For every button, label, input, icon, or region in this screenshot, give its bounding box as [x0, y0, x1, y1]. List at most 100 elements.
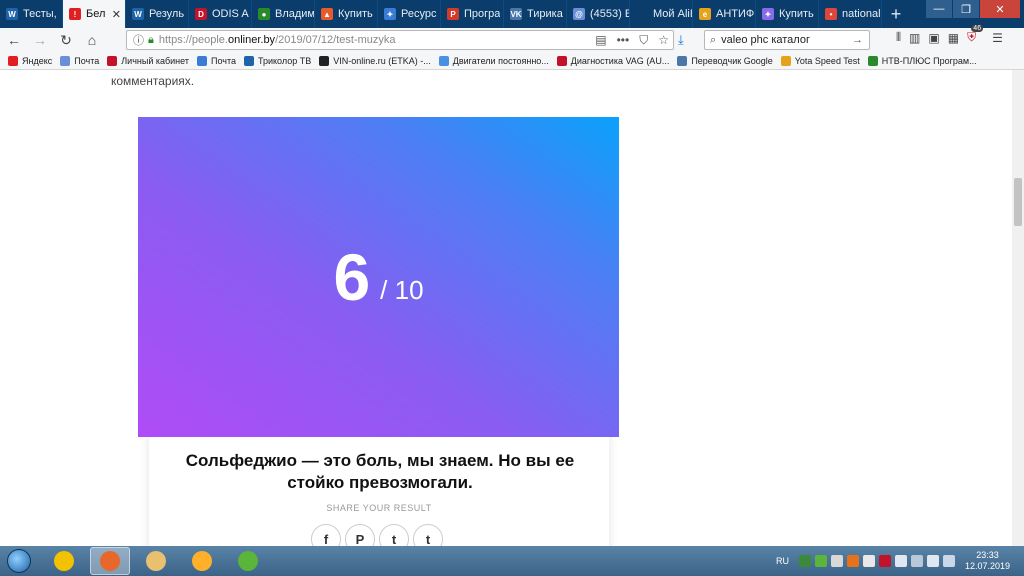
window-controls: — ❐ ✕	[926, 0, 1020, 18]
system-tray: RU 23:33 12.07.2019	[776, 546, 1024, 576]
bookmark-label: Двигатели постоянно...	[452, 55, 549, 66]
reader-view-icon[interactable]: ▤	[595, 33, 606, 48]
taskbar-icq[interactable]	[228, 547, 268, 575]
bookmark-item[interactable]: Почта	[60, 55, 100, 66]
tab-13[interactable]: • national	[819, 0, 882, 28]
tray-ati-icon[interactable]	[878, 555, 891, 567]
tab-favicon-icon: ✦	[384, 8, 396, 20]
bookmark-item[interactable]: Личный кабинет	[107, 55, 189, 66]
taskbar-media-player[interactable]	[182, 547, 222, 575]
bookmark-star-icon[interactable]: ☆	[658, 33, 669, 48]
back-button[interactable]: ←	[2, 29, 26, 51]
facebook-share-button[interactable]: f	[311, 524, 341, 546]
tab-8[interactable]: VK Тирика	[504, 0, 567, 28]
tab-10[interactable]: Мой AliExpr	[630, 0, 693, 28]
media-player-icon	[192, 551, 212, 571]
library-icon[interactable]: ⫴	[896, 30, 901, 45]
tray-network-icon[interactable]	[798, 555, 811, 567]
tab-7[interactable]: P Програ	[441, 0, 504, 28]
address-bar[interactable]: ⓘ 🔒︎ https://people.onliner.by/2019/07/1…	[126, 30, 674, 50]
tray-warning-icon[interactable]	[846, 555, 859, 567]
forward-button[interactable]: →	[28, 29, 52, 51]
tray-antivirus-icon[interactable]	[814, 555, 827, 567]
tab-label: Тирика	[527, 8, 563, 20]
bookmark-item[interactable]: НТВ-ПЛЮС Програм...	[867, 55, 977, 66]
tab-12[interactable]: ✦ Купить	[756, 0, 819, 28]
tab-label: Купить	[338, 8, 373, 20]
tab-2[interactable]: W Резуль	[126, 0, 189, 28]
language-indicator[interactable]: RU	[776, 556, 789, 566]
minimize-button[interactable]: —	[926, 0, 952, 18]
tab-label: Владим	[275, 8, 314, 20]
bookmark-item[interactable]: VIN-online.ru (ETKA) -...	[319, 55, 431, 66]
start-button[interactable]	[0, 546, 38, 576]
tab-9[interactable]: @ (4553) E	[567, 0, 630, 28]
bookmark-label: Почта	[210, 55, 236, 66]
tray-flag-icon[interactable]	[942, 555, 955, 567]
tab-favicon-icon	[636, 8, 648, 20]
clock[interactable]: 23:33 12.07.2019	[965, 550, 1010, 572]
lock-icon: 🔒︎	[148, 33, 154, 46]
clock-time: 23:33	[976, 550, 999, 560]
bookmark-favicon-icon	[107, 55, 118, 66]
close-window-button[interactable]: ✕	[980, 0, 1020, 18]
bookmark-label: Диагностика VAG (AU...	[570, 55, 670, 66]
search-go-icon[interactable]: →	[852, 34, 863, 46]
search-input[interactable]: valeo phc каталог	[721, 34, 810, 46]
info-icon[interactable]: ⓘ	[133, 32, 144, 48]
tab-1[interactable]: ! Бел ✕	[63, 0, 126, 28]
tab-6[interactable]: ✦ Ресурс	[378, 0, 441, 28]
taskbar-explorer[interactable]	[136, 547, 176, 575]
reload-icon: ↻	[60, 31, 72, 48]
tab-0[interactable]: W Тесты,	[0, 0, 63, 28]
icq-icon	[238, 551, 258, 571]
tab-11[interactable]: e АНТИФ	[693, 0, 756, 28]
intro-text: комментариях.	[111, 74, 195, 88]
home-button[interactable]: ⌂	[80, 29, 104, 51]
bookmark-item[interactable]: Почта	[196, 55, 236, 66]
tumblr-share-button[interactable]: t	[413, 524, 443, 546]
pinterest-share-button[interactable]: P	[345, 524, 375, 546]
bookmark-item[interactable]: Двигатели постоянно...	[438, 55, 549, 66]
tray-app-icon[interactable]	[830, 555, 843, 567]
tab-4[interactable]: ● Владим	[252, 0, 315, 28]
twitter-icon: t	[391, 531, 397, 547]
taskbar-chrome[interactable]	[44, 547, 84, 575]
taskbar-apps	[38, 547, 268, 575]
pocket-icon[interactable]: ⛉	[639, 33, 648, 48]
twitter-share-button[interactable]: t	[379, 524, 409, 546]
tray-sound-icon[interactable]	[926, 555, 939, 567]
bookmark-favicon-icon	[196, 55, 207, 66]
page-actions-icon[interactable]: •••	[617, 33, 630, 48]
scrollbar-thumb[interactable]	[1014, 178, 1022, 226]
menu-icon[interactable]: ☰	[992, 31, 1003, 45]
tab-5[interactable]: ▲ Купить	[315, 0, 378, 28]
bookmark-item[interactable]: Yota Speed Test	[780, 55, 860, 66]
tab-3[interactable]: D ODIS A	[189, 0, 252, 28]
bookmark-favicon-icon	[677, 55, 688, 66]
tray-volume-icon[interactable]	[894, 555, 907, 567]
addon-badge-icon[interactable]: ⛨ 46	[967, 25, 984, 45]
tab-favicon-icon: e	[699, 8, 711, 20]
tray-monitor-icon[interactable]	[862, 555, 875, 567]
tab-close-icon[interactable]: ✕	[112, 8, 121, 21]
extension-icon[interactable]: ▦	[948, 31, 959, 45]
reload-button[interactable]: ↻	[54, 29, 78, 51]
page-scrollbar[interactable]	[1012, 70, 1024, 546]
bookmark-label: Почта	[74, 55, 100, 66]
tray-power-icon[interactable]	[910, 555, 923, 567]
new-tab-button[interactable]: +	[882, 0, 910, 28]
download-icon[interactable]: ⤓	[678, 32, 684, 48]
score-hero: 6 / 10	[138, 117, 619, 437]
bookmark-item[interactable]: Триколор ТВ	[243, 55, 311, 66]
taskbar-firefox[interactable]	[90, 547, 130, 575]
sidebar-icon[interactable]: ▥	[909, 31, 920, 45]
bookmark-label: Яндекс	[22, 55, 53, 66]
screenshot-icon[interactable]: ▣	[928, 31, 939, 45]
bookmark-item[interactable]: Диагностика VAG (AU...	[556, 55, 670, 66]
addon-badge-count: 46	[971, 25, 984, 32]
restore-button[interactable]: ❐	[953, 0, 979, 18]
search-bar[interactable]: ⌕ valeo phc каталог →	[704, 30, 870, 50]
bookmark-item[interactable]: Переводчик Google	[677, 55, 773, 66]
bookmark-item[interactable]: Яндекс	[8, 55, 53, 66]
